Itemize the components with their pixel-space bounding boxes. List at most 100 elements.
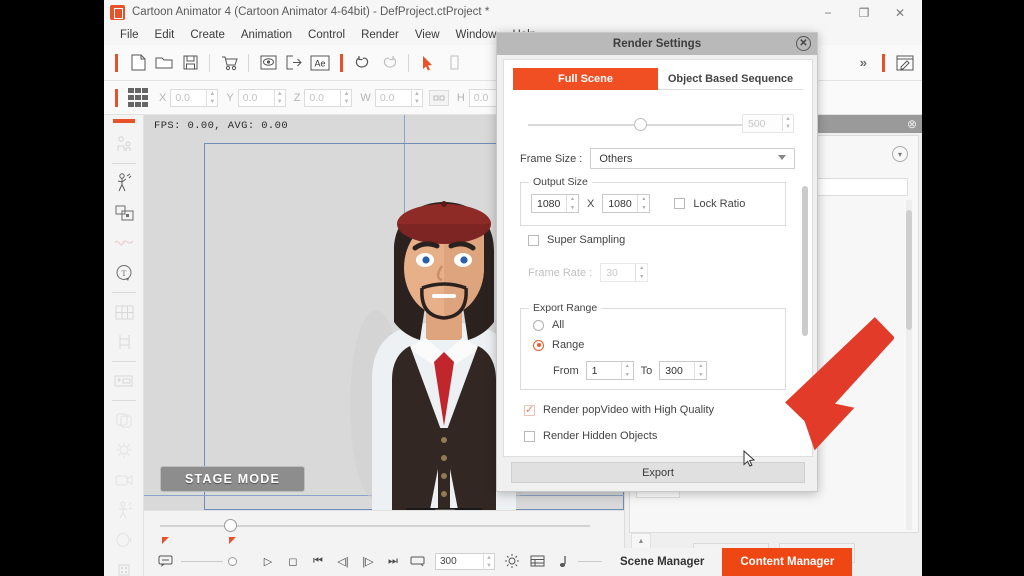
anchor-grid-icon[interactable] <box>125 85 151 111</box>
bubble-icon[interactable] <box>154 551 176 571</box>
camera-icon[interactable] <box>104 465 144 495</box>
total-frames-input[interactable]: 300 ▲ ▼ <box>435 552 495 570</box>
range-marker-current[interactable] <box>229 537 236 544</box>
render-hidden-checkbox[interactable] <box>524 430 535 442</box>
step-forward-icon[interactable]: |▷ <box>357 551 379 571</box>
y-spinner[interactable]: ▲ ▼ <box>273 89 285 106</box>
render-popvideo-row[interactable]: Render popVideo with High Quality <box>524 403 714 416</box>
total-frames-spinner[interactable]: ▲ ▼ <box>483 553 494 570</box>
dialog-close-icon[interactable]: ✕ <box>796 36 811 51</box>
z-spinner[interactable]: ▲ ▼ <box>340 89 351 106</box>
export-range-all-row[interactable]: All <box>533 319 564 331</box>
motion-curve-icon[interactable] <box>104 228 144 258</box>
tab-scene-manager[interactable]: Scene Manager <box>602 548 723 576</box>
play-icon[interactable]: ▷ <box>257 551 279 571</box>
render-popvideo-checkbox[interactable] <box>524 403 535 416</box>
content-scrollbar-thumb[interactable] <box>906 210 912 330</box>
text-bubble-icon[interactable]: T <box>104 258 144 288</box>
timeline-icon[interactable] <box>104 555 144 576</box>
x-spinner[interactable]: ▲ ▼ <box>206 89 217 106</box>
to-spinner[interactable]: ▲ ▼ <box>694 362 706 379</box>
export-range-range-row[interactable]: Range <box>533 339 584 351</box>
menu-file[interactable]: File <box>112 26 147 45</box>
bone-icon[interactable] <box>441 50 467 76</box>
maximize-button[interactable]: ❐ <box>846 0 882 26</box>
export-button[interactable]: Export <box>511 462 805 483</box>
minimize-button[interactable]: − <box>810 0 846 26</box>
layer-icon[interactable] <box>104 405 144 435</box>
z-field[interactable]: 0.0 ▲ ▼ <box>304 88 353 107</box>
menu-render[interactable]: Render <box>353 26 407 45</box>
select-arrow-icon[interactable] <box>415 50 441 76</box>
sprite-editor-icon[interactable] <box>104 198 144 228</box>
loop-icon[interactable] <box>407 551 429 571</box>
menu-edit[interactable]: Edit <box>147 26 183 45</box>
head-icon[interactable] <box>104 525 144 555</box>
output-width-field[interactable]: 1080 ▲ ▼ <box>531 194 579 213</box>
puppet-icon[interactable] <box>104 168 144 198</box>
menu-view[interactable]: View <box>407 26 448 45</box>
menu-create[interactable]: Create <box>182 26 233 45</box>
character-composer-icon[interactable] <box>104 129 144 159</box>
cart-icon[interactable] <box>216 50 242 76</box>
tab-full-scene[interactable]: Full Scene <box>513 68 658 90</box>
chevron-down-circle-icon[interactable]: ▾ <box>892 146 908 162</box>
quality-slider-knob[interactable] <box>634 118 647 131</box>
new-document-icon[interactable] <box>125 50 151 76</box>
render-hidden-row[interactable]: Render Hidden Objects <box>524 430 657 442</box>
step-back-icon[interactable]: ◁| <box>332 551 354 571</box>
stage-character[interactable] <box>314 190 538 510</box>
menu-animation[interactable]: Animation <box>233 26 300 45</box>
go-to-end-icon[interactable]: ⏭ <box>382 551 404 571</box>
undo-icon[interactable] <box>350 50 376 76</box>
settings-gear-icon[interactable] <box>501 551 523 571</box>
toolbar-accent-bar <box>115 53 118 72</box>
edit-window-icon[interactable] <box>892 50 918 76</box>
w-spinner[interactable]: ▲ ▼ <box>410 89 422 106</box>
go-to-start-icon[interactable]: ⏮ <box>307 551 329 571</box>
body-puppet-icon[interactable] <box>104 495 144 525</box>
tab-content-manager[interactable]: Content Manager <box>722 548 853 576</box>
output-height-field[interactable]: 1080 ▲ ▼ <box>602 194 651 213</box>
to-field[interactable]: 300 ▲ ▼ <box>659 361 708 380</box>
open-folder-icon[interactable] <box>151 50 177 76</box>
stop-icon[interactable]: ◻ <box>282 551 304 571</box>
frame-size-select[interactable]: Others <box>590 148 796 169</box>
scene-grid-icon[interactable] <box>104 297 144 327</box>
redo-icon[interactable] <box>376 50 402 76</box>
quality-spinner[interactable]: ▲ ▼ <box>782 115 793 131</box>
preview-eye-icon[interactable] <box>255 50 281 76</box>
output-width-spinner[interactable]: ▲ ▼ <box>566 195 578 212</box>
tab-object-based-sequence[interactable]: Object Based Sequence <box>658 68 803 90</box>
export-range-range-radio[interactable] <box>533 339 544 351</box>
bubble-slider-knob[interactable] <box>228 556 237 566</box>
timeline-panel-icon[interactable] <box>526 551 548 571</box>
output-height-spinner[interactable]: ▲ ▼ <box>637 195 649 212</box>
timeline-playhead[interactable] <box>224 519 237 532</box>
content-panel-close-icon[interactable]: ⊗ <box>907 117 917 131</box>
content-scrollbar[interactable] <box>906 200 912 530</box>
link-ratio-icon[interactable] <box>428 89 449 106</box>
props-icon[interactable] <box>104 435 144 465</box>
quality-slider[interactable] <box>528 118 758 132</box>
export-icon[interactable] <box>281 50 307 76</box>
face-key-icon[interactable] <box>104 366 144 396</box>
x-field[interactable]: 0.0 ▲ ▼ <box>170 88 219 107</box>
w-field[interactable]: 0.0 ▲ ▼ <box>374 88 423 107</box>
range-marker-start[interactable] <box>162 537 169 544</box>
after-effects-icon[interactable]: Ae <box>307 50 333 76</box>
toolbar-overflow-chevron[interactable]: » <box>852 55 875 70</box>
menu-control[interactable]: Control <box>300 26 353 45</box>
quality-value-field[interactable]: 500 ▲ ▼ <box>742 114 794 133</box>
save-disk-icon[interactable] <box>177 50 203 76</box>
export-range-all-radio[interactable] <box>533 319 544 331</box>
from-field[interactable]: 1 ▲ ▼ <box>585 361 634 380</box>
close-button[interactable]: ✕ <box>882 0 918 26</box>
from-spinner[interactable]: ▲ ▼ <box>620 362 633 379</box>
lock-ratio-checkbox[interactable] <box>674 198 686 209</box>
audio-note-icon[interactable] <box>551 551 573 571</box>
y-field[interactable]: 0.0 ▲ ▼ <box>237 88 286 107</box>
bone-edit-icon[interactable] <box>104 327 144 357</box>
super-sampling-checkbox[interactable] <box>528 234 539 246</box>
bubble-slider-track[interactable] <box>181 560 223 562</box>
